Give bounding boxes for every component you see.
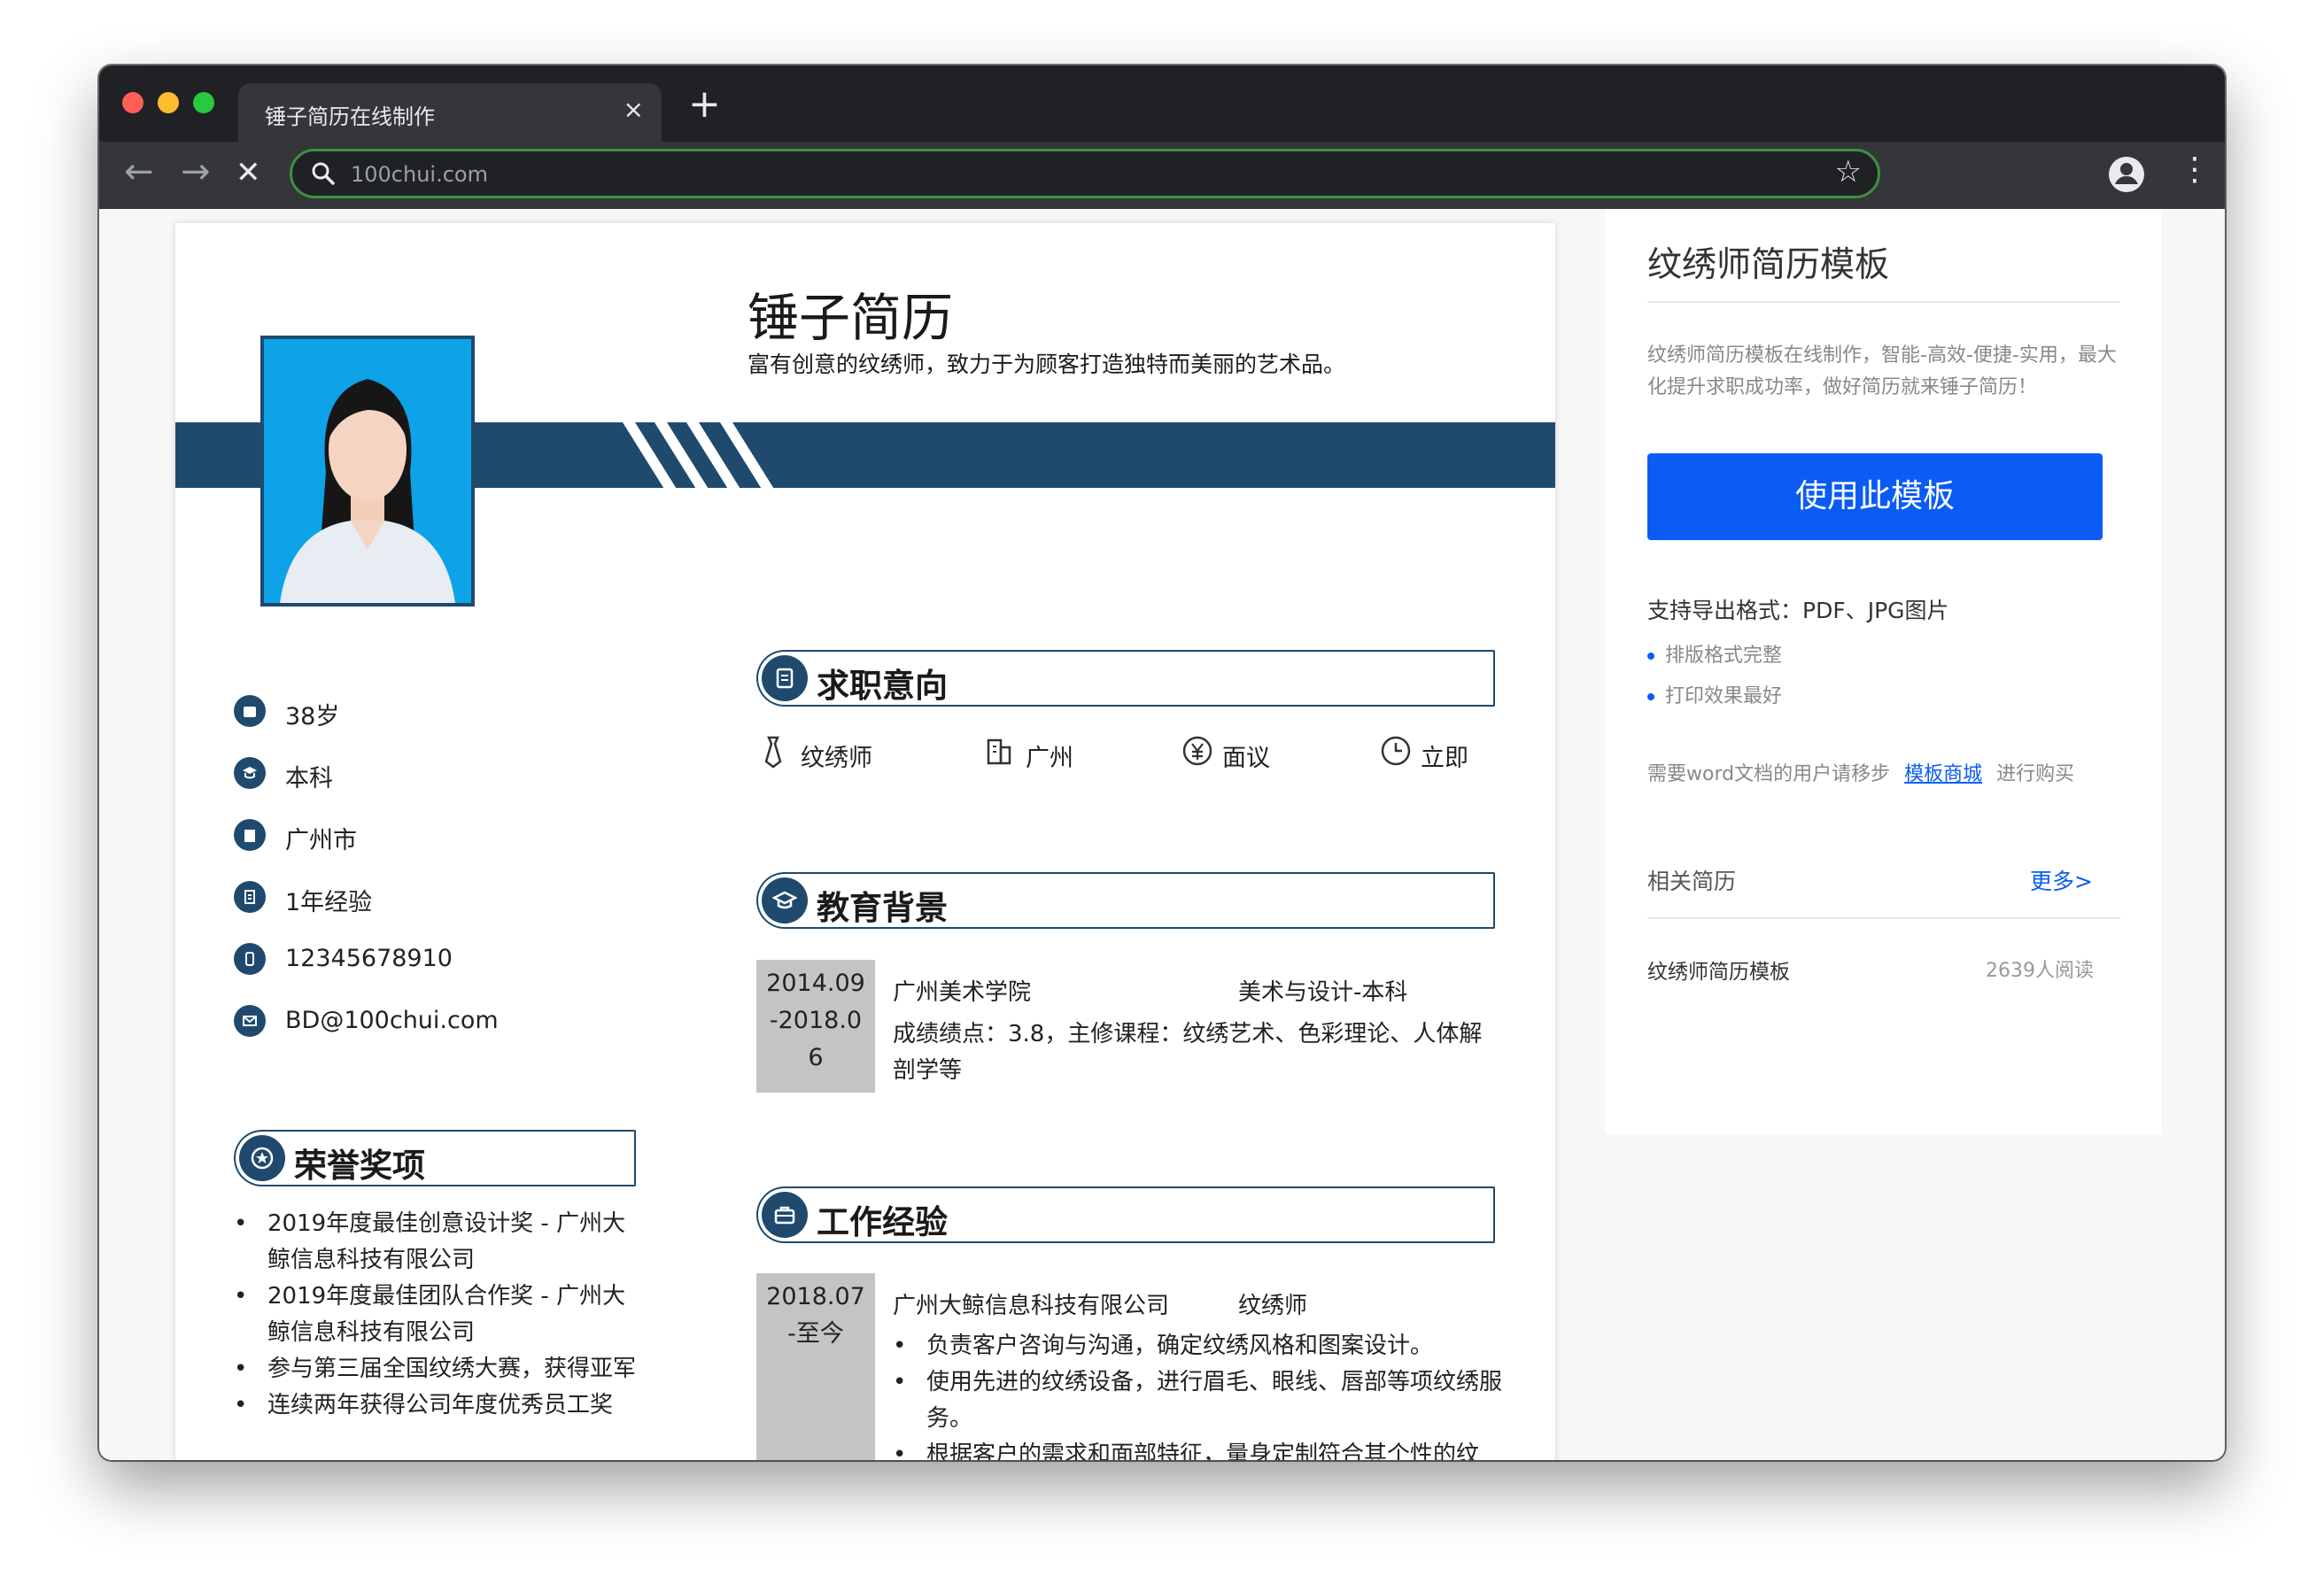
clock-icon xyxy=(1380,736,1412,770)
page-viewport: 锤子简历 富有创意的纹绣师，致力于为顾客打造独特而美丽的艺术品。 38岁 本科 … xyxy=(99,209,2225,1460)
list-item: 负责客户咨询与沟通，确定纹绣风格和图案设计。 xyxy=(893,1328,1504,1364)
tab-title: 锤子简历在线制作 xyxy=(265,104,435,129)
list-item: 根据客户的需求和面部特征，量身定制符合其个性的纹 xyxy=(893,1437,1504,1460)
yuan-icon xyxy=(1181,736,1213,770)
list-item: 2019年度最佳团队合作奖 - 广州大鲸信息科技有限公司 xyxy=(234,1279,641,1351)
work-role[interactable]: 纹绣师 xyxy=(1238,1287,1307,1320)
work-duties-list[interactable]: 负责客户咨询与沟通，确定纹绣风格和图案设计。 使用先进的纹绣设备，进行眉毛、眼线… xyxy=(893,1328,1504,1460)
resume-name[interactable]: 锤子简历 xyxy=(748,276,953,351)
export-formats: 支持导出格式：PDF、JPG图片 xyxy=(1647,598,1949,623)
resume-preview: 锤子简历 富有创意的纹绣师，致力于为顾客打造独特而美丽的艺术品。 38岁 本科 … xyxy=(175,223,1555,1460)
clipboard-icon xyxy=(762,655,808,701)
education-major[interactable]: 美术与设计-本科 xyxy=(1238,974,1407,1007)
resume-photo xyxy=(260,336,475,607)
address-bar[interactable]: 100chui.com ☆ xyxy=(290,149,1880,198)
experience-icon xyxy=(234,881,266,913)
tab-bar: 锤子简历在线制作 × + xyxy=(99,66,2225,142)
url-text[interactable]: 100chui.com xyxy=(351,162,488,187)
related-item-reads: 2639人阅读 xyxy=(1986,960,2094,982)
back-button[interactable]: ← xyxy=(124,154,154,189)
word-note: 需要word文档的用户请移步 模板商城 进行购买 xyxy=(1647,763,2075,785)
work-date[interactable]: 2018.07 -至今 xyxy=(756,1273,875,1460)
search-icon xyxy=(310,160,337,190)
work-section-header[interactable]: 工作经验 xyxy=(756,1186,1495,1243)
list-item: 使用先进的纹绣设备，进行眉毛、眼线、唇部等项纹绣服务。 xyxy=(893,1364,1504,1437)
profile-icon[interactable] xyxy=(2107,155,2146,197)
intent-position[interactable]: 纹绣师 xyxy=(760,735,872,772)
education-section-header[interactable]: 教育背景 xyxy=(756,872,1495,929)
education-school[interactable]: 广州美术学院 xyxy=(893,974,1031,1007)
close-window-button[interactable] xyxy=(122,92,143,113)
honors-list[interactable]: 2019年度最佳创意设计奖 - 广州大鲸信息科技有限公司 2019年度最佳团队合… xyxy=(234,1206,641,1424)
more-menu-icon[interactable]: ⋮ xyxy=(2179,154,2211,186)
tab-close-icon[interactable]: × xyxy=(624,97,644,122)
browser-toolbar: ← → ✕ 100chui.com ☆ ⋮ xyxy=(99,142,2225,209)
bookmark-star-icon[interactable]: ☆ xyxy=(1835,157,1862,187)
related-item-link[interactable]: 纹绣师简历模板 xyxy=(1647,954,1790,985)
city-icon xyxy=(234,819,266,851)
graduation-cap-icon xyxy=(762,877,808,924)
medal-icon xyxy=(239,1135,285,1181)
template-store-link[interactable]: 模板商城 xyxy=(1904,763,1982,785)
feature-item: 打印效果最好 xyxy=(1647,680,1782,708)
tie-icon xyxy=(760,736,786,772)
browser-window: 锤子简历在线制作 × + ← → ✕ 100chui.com ☆ ⋮ 锤子简历 … xyxy=(99,66,2225,1460)
email-icon xyxy=(234,1005,266,1037)
intent-start[interactable]: 立即 xyxy=(1380,735,1468,772)
divider xyxy=(1647,301,2120,303)
divider xyxy=(1647,917,2120,919)
education-date[interactable]: 2014.09 -2018.0 6 xyxy=(756,960,875,1093)
age-icon xyxy=(234,695,266,727)
list-item: 参与第三届全国纹绣大赛，获得亚军 xyxy=(234,1351,641,1387)
briefcase-icon xyxy=(762,1192,808,1238)
related-title: 相关简历 xyxy=(1647,869,1737,894)
list-item: 2019年度最佳创意设计奖 - 广州大鲸信息科技有限公司 xyxy=(234,1206,641,1279)
intent-salary[interactable]: 面议 xyxy=(1181,735,1270,772)
feature-item: 排版格式完整 xyxy=(1647,639,1782,668)
list-item: 连续两年获得公司年度优秀员工奖 xyxy=(234,1387,641,1424)
resume-tagline[interactable]: 富有创意的纹绣师，致力于为顾客打造独特而美丽的艺术品。 xyxy=(748,347,1345,379)
stop-loading-button[interactable]: ✕ xyxy=(236,158,261,188)
work-company[interactable]: 广州大鲸信息科技有限公司 xyxy=(893,1287,1169,1320)
minimize-window-button[interactable] xyxy=(158,92,179,113)
sidebar-description: 纹绣师简历模板在线制作，智能-高效-便捷-实用，最大化提升求职成功率，做好简历就… xyxy=(1647,344,2117,398)
intent-city[interactable]: 广州 xyxy=(985,735,1073,772)
use-template-button[interactable]: 使用此模板 xyxy=(1647,453,2103,540)
forward-button[interactable]: → xyxy=(181,154,211,189)
honors-section-header[interactable]: 荣誉奖项 xyxy=(234,1130,636,1186)
intent-section-header[interactable]: 求职意向 xyxy=(756,650,1495,707)
sidebar-title: 纹绣师简历模板 xyxy=(1647,245,1890,285)
new-tab-button[interactable]: + xyxy=(688,85,721,124)
education-details[interactable]: 成绩绩点：3.8，主修课程：纹绣艺术、色彩理论、人体解剖学等 xyxy=(893,1016,1504,1089)
phone-icon xyxy=(234,943,266,975)
education-icon xyxy=(234,757,266,789)
more-link[interactable]: 更多> xyxy=(2030,864,2093,896)
building-icon xyxy=(985,738,1013,770)
maximize-window-button[interactable] xyxy=(193,92,214,113)
template-sidebar: 纹绣师简历模板 纹绣师简历模板在线制作，智能-高效-便捷-实用，最大化提升求职成… xyxy=(1605,209,2161,1134)
browser-tab[interactable]: 锤子简历在线制作 × xyxy=(238,83,662,142)
